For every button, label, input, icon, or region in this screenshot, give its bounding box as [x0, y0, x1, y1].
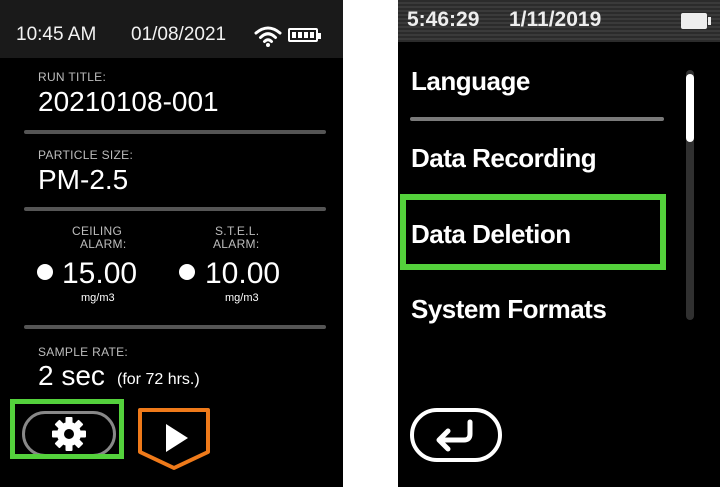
status-date: 01/08/2021: [131, 24, 227, 45]
status-time: 5:46:29: [407, 8, 480, 31]
divider: [410, 117, 664, 121]
wifi-icon: [254, 26, 282, 47]
menu-item-language[interactable]: Language: [411, 66, 530, 97]
status-bar: 10:45 AM 01/08/2021: [0, 0, 343, 58]
status-date: 1/11/2019: [509, 8, 602, 31]
sample-rate-value[interactable]: 2 sec: [38, 360, 105, 392]
particle-size-label: PARTICLE SIZE:: [38, 148, 134, 162]
divider: [24, 325, 326, 329]
return-arrow-icon: [436, 419, 473, 452]
particle-size-value[interactable]: PM-2.5: [38, 164, 128, 196]
ceiling-alarm-value[interactable]: 15.00: [62, 257, 137, 291]
stel-alarm-unit: mg/m3: [225, 292, 259, 304]
play-icon: [166, 424, 188, 452]
scrollbar-thumb[interactable]: [686, 74, 694, 142]
start-button[interactable]: [136, 406, 212, 472]
ceiling-alarm-unit: mg/m3: [81, 292, 115, 304]
main-screen: 10:45 AM 01/08/2021 RUN TITLE: 20210108-…: [0, 0, 343, 487]
back-button[interactable]: [410, 408, 502, 462]
settings-highlight: [10, 399, 124, 459]
run-title-label: RUN TITLE:: [38, 70, 107, 84]
stel-alarm-value[interactable]: 10.00: [205, 257, 280, 291]
divider: [24, 207, 326, 211]
battery-icon: [681, 13, 711, 29]
run-title-value[interactable]: 20210108-001: [38, 86, 219, 118]
menu-item-data-recording[interactable]: Data Recording: [411, 143, 597, 174]
battery-icon: [288, 28, 321, 42]
ceiling-alarm-label-2: ALARM:: [80, 237, 127, 251]
stel-alarm-indicator-icon: [179, 264, 195, 280]
selection-highlight: [400, 194, 666, 270]
ceiling-alarm-indicator-icon: [37, 264, 53, 280]
ceiling-alarm-label-1: CEILING: [72, 224, 123, 238]
stel-alarm-label-2: ALARM:: [213, 237, 260, 251]
sample-rate-note: (for 72 hrs.): [117, 371, 200, 388]
stel-alarm-label-1: S.T.E.L.: [215, 224, 260, 238]
divider: [24, 130, 326, 134]
menu-item-system-formats[interactable]: System Formats: [411, 294, 607, 325]
sample-rate-label: SAMPLE RATE:: [38, 345, 129, 359]
status-bar: 5:46:29 1/11/2019: [398, 0, 720, 42]
status-time: 10:45 AM: [16, 24, 97, 45]
